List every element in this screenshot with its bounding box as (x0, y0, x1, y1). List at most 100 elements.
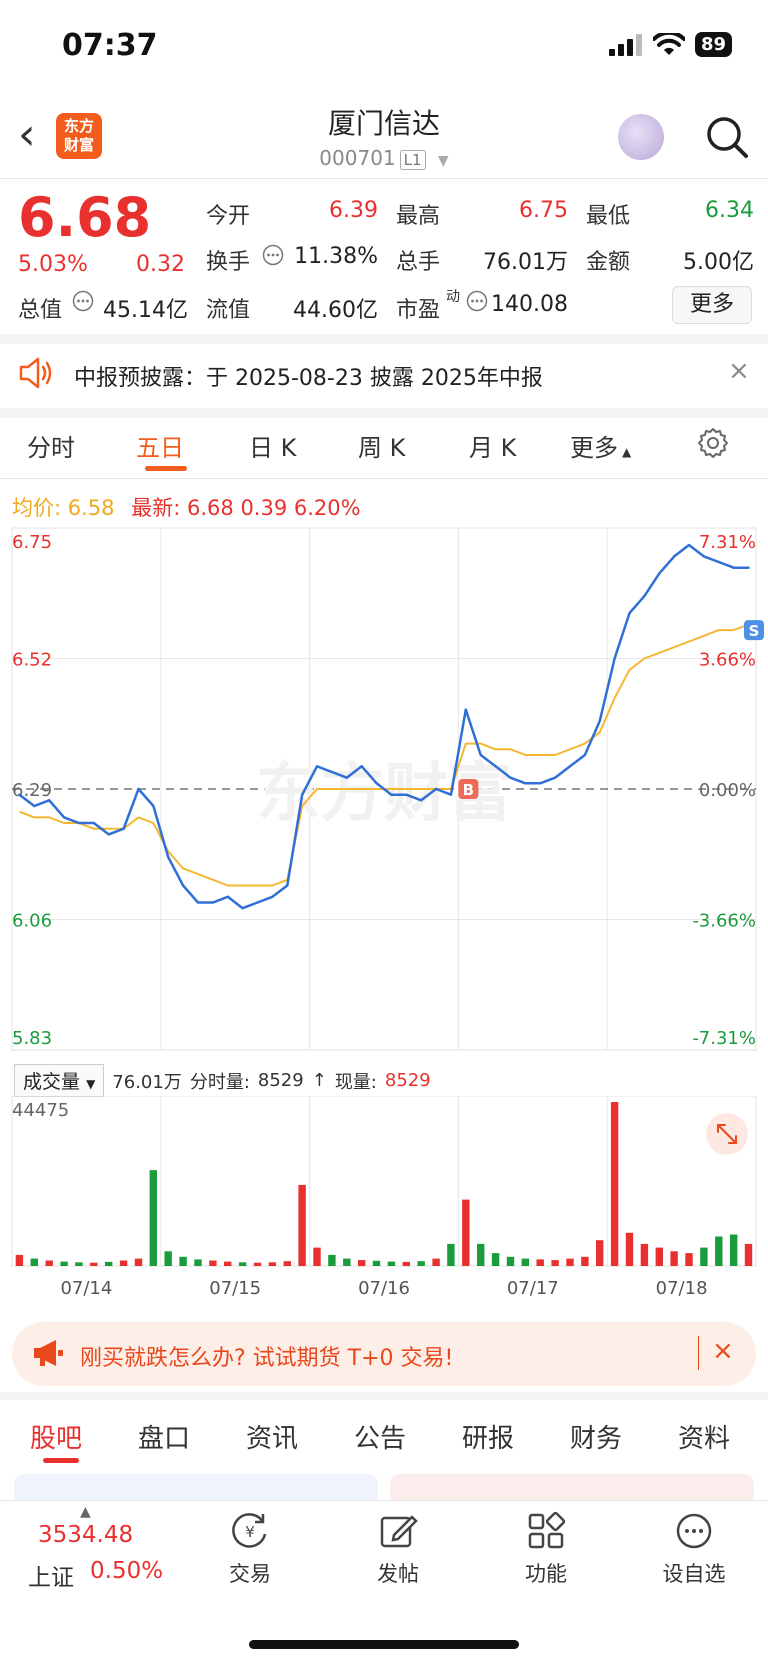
five-day-price-chart[interactable]: 6.75 7.31% 6.52 3.66% 6.29 0.00% 6.06 -3.66% 5.8… (0, 520, 768, 1060)
y-tick-right: -3.66% (692, 911, 756, 932)
tab-research[interactable]: 研报 (462, 1418, 514, 1455)
y-tick-left: 5.83 (12, 1028, 52, 1049)
volume-arrow: ↑ (311, 1070, 327, 1091)
price-point (256, 901, 259, 904)
tab-daily-k[interactable]: 日 K (249, 428, 296, 463)
home-indicator[interactable] (249, 1640, 519, 1649)
price-point (747, 566, 750, 569)
price-point (702, 555, 706, 558)
tab-intraday[interactable]: 分时 (27, 428, 75, 463)
tab-weekly-k[interactable]: 周 K (358, 428, 405, 463)
volume-bar (283, 1261, 291, 1266)
volume-bar (432, 1258, 440, 1266)
price-point (18, 793, 21, 796)
price-point (613, 657, 616, 660)
volume-bar (358, 1260, 366, 1266)
volume-bar (268, 1262, 277, 1266)
market-cap-value: 45.14亿 (103, 298, 188, 323)
amount-value: 5.00亿 (683, 250, 754, 275)
price-point (732, 566, 735, 569)
price-point (524, 782, 527, 785)
level-badge: L1 (399, 150, 426, 170)
close-notice-icon[interactable]: × (728, 356, 750, 386)
tab-pankou[interactable]: 盘口 (138, 1418, 190, 1455)
price-point (434, 787, 438, 791)
volume-chart[interactable]: 44475 07/14 07/15 07/16 07/17 07/18 (0, 1096, 768, 1306)
nav-watchlist-label: 设自选 (662, 1562, 726, 1586)
price-point (167, 855, 170, 859)
tab-five-day[interactable]: 五日 (136, 428, 184, 463)
bar-volume-label: 分时量: (189, 1071, 250, 1093)
now-volume-value: 8529 (384, 1070, 431, 1091)
price-point (271, 895, 274, 899)
tab-announcements[interactable]: 公告 (354, 1418, 406, 1455)
price-point (420, 799, 423, 802)
price-point (464, 708, 468, 711)
volume-bar (15, 1254, 24, 1266)
tab-profile[interactable]: 资料 (678, 1418, 730, 1455)
info-dots-icon[interactable] (466, 290, 488, 312)
nav-functions[interactable]: 功能 (496, 1510, 596, 1588)
price-point (494, 765, 497, 768)
volume-bar (730, 1234, 738, 1266)
latest-value: 6.68 (186, 496, 234, 520)
open-value: 6.39 (329, 198, 378, 223)
promo-text[interactable]: 刚买就跌怎么办? 试试期货 T+0 交易! (80, 1340, 453, 1372)
turnover-value: 11.38% (294, 244, 378, 269)
volume-max-tick: 44475 (12, 1100, 69, 1121)
price-point (628, 611, 631, 615)
volume-bar (387, 1261, 396, 1266)
gear-icon[interactable] (696, 426, 730, 460)
more-quote-button[interactable]: 更多 (672, 286, 752, 324)
index-percent[interactable]: 0.50% (90, 1558, 163, 1584)
price-point (375, 782, 378, 785)
close-promo-icon[interactable]: × (712, 1336, 734, 1366)
notice-text[interactable]: 中报预披露：于 2025-08-23 披露 2025年中报 (74, 360, 543, 392)
volume-bar (343, 1258, 351, 1266)
tab-news[interactable]: 资讯 (246, 1418, 298, 1455)
volume-bar (194, 1259, 202, 1266)
y-tick-right: 0.00% (699, 780, 756, 801)
price-point (330, 770, 334, 774)
price-point (211, 901, 215, 904)
tab-more[interactable]: 更多 ▲ (570, 428, 631, 463)
tab-finance[interactable]: 财务 (570, 1418, 622, 1455)
tab-guba[interactable]: 股吧 (30, 1418, 82, 1455)
volume-bar (715, 1236, 723, 1266)
nav-trade-label: 交易 (229, 1562, 271, 1586)
volume-bar (164, 1251, 172, 1266)
pe-value: 140.08 (491, 292, 568, 317)
high-value: 6.75 (519, 198, 568, 223)
nav-functions-label: 功能 (525, 1562, 567, 1586)
volume-bar (328, 1254, 336, 1266)
volume-bar (179, 1256, 187, 1266)
low-value: 6.34 (705, 198, 754, 223)
caret-up-icon[interactable]: ▲ (80, 1504, 91, 1520)
search-icon[interactable] (702, 112, 752, 162)
price-point (137, 787, 140, 791)
price-point (226, 895, 229, 899)
y-tick-left: 6.52 (12, 650, 52, 671)
nav-post[interactable]: 发帖 (348, 1510, 448, 1588)
tab-monthly-k[interactable]: 月 K (469, 428, 516, 463)
nav-trade[interactable]: ¥ 交易 (200, 1510, 300, 1588)
index-name[interactable]: 上证 (28, 1558, 74, 1592)
indicator-select[interactable]: 成交量 ▼ (14, 1064, 105, 1097)
speaker-icon (19, 357, 52, 389)
index-value[interactable]: 3534.48 (38, 1522, 133, 1548)
volume-bar (521, 1258, 529, 1266)
x-day-label: 07/18 (656, 1278, 708, 1299)
price-point (48, 799, 51, 802)
x-day-label: 07/14 (60, 1278, 112, 1299)
info-dots-icon[interactable] (262, 244, 284, 266)
y-tick-right: 7.31% (699, 532, 756, 553)
nav-watchlist[interactable]: 设自选 (644, 1510, 744, 1588)
info-dots-icon[interactable] (72, 290, 94, 312)
assistant-robot-icon[interactable] (618, 114, 664, 160)
change-amount: 0.32 (136, 252, 185, 277)
volume-bar (477, 1243, 485, 1266)
volume-bar (491, 1253, 500, 1266)
volume-bar (417, 1261, 425, 1266)
price-point (405, 793, 408, 796)
change-percent: 5.03% (18, 252, 88, 277)
